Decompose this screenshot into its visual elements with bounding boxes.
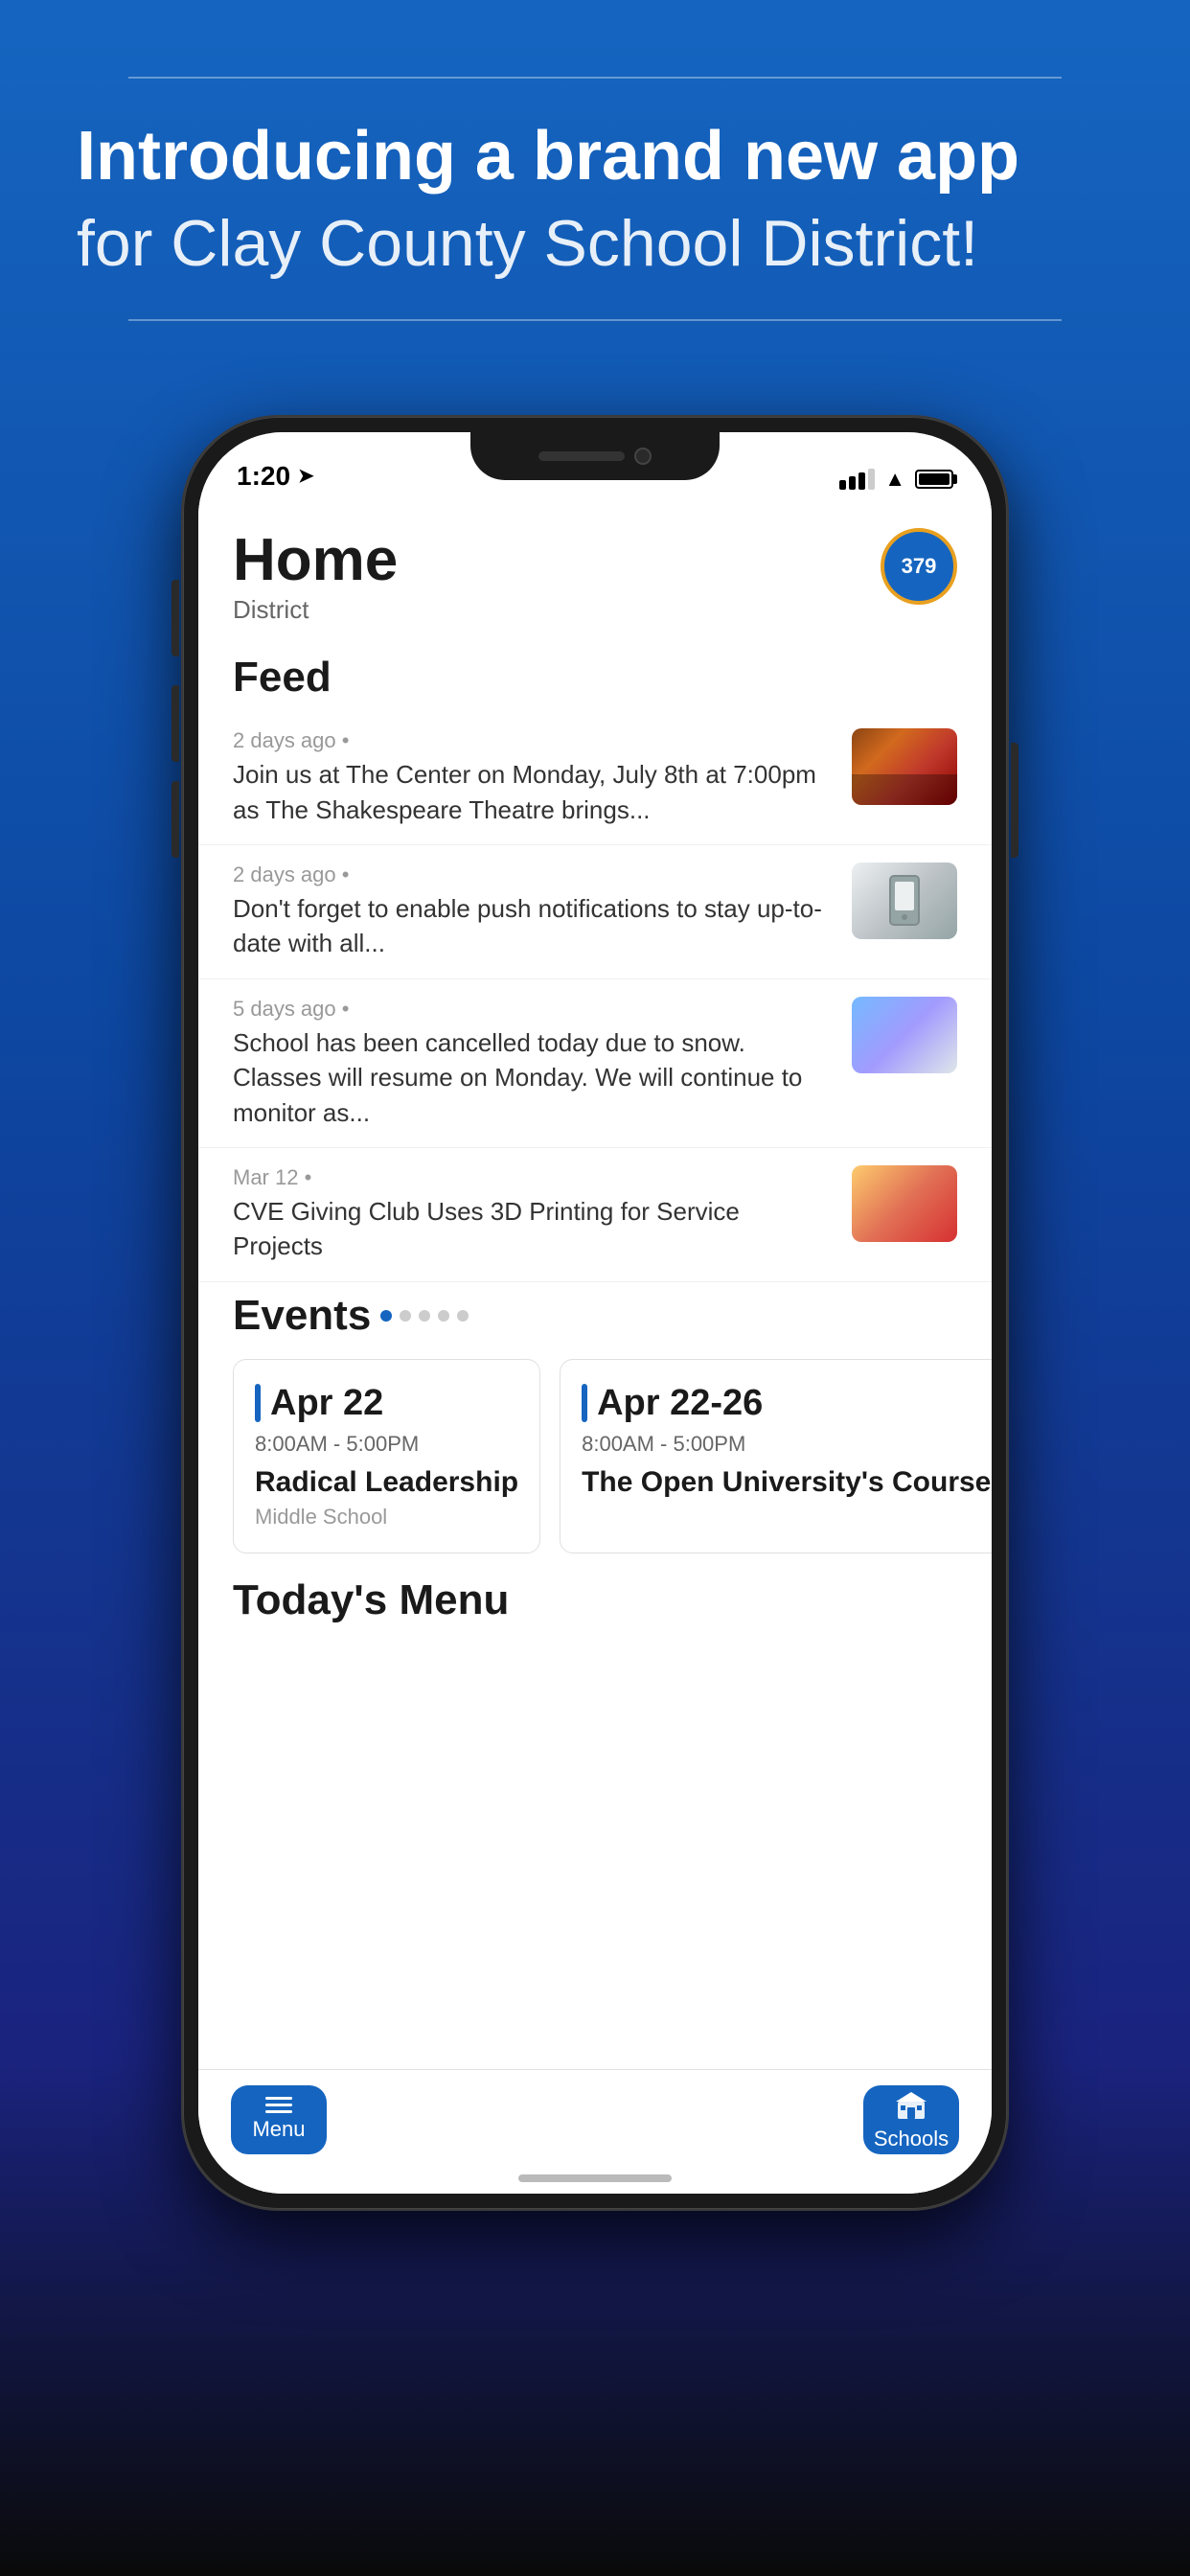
timestamp-text-3: 5 days ago [233, 997, 336, 1021]
event-accent-1 [255, 1384, 261, 1422]
phone-screen: 1:20 ➤ ▲ [198, 432, 992, 2194]
signal-bar-3 [858, 472, 865, 490]
schools-tab-label: Schools [874, 2127, 949, 2151]
menu-line-3 [265, 2110, 292, 2113]
event-accent-2 [582, 1384, 587, 1422]
battery-fill [919, 473, 950, 485]
events-row: Apr 22 8:00AM - 5:00PM Radical Leadershi… [198, 1349, 992, 1563]
menu-icon-box[interactable]: Menu [231, 2085, 327, 2154]
feed-text-3: 5 days ago • School has been cancelled t… [233, 997, 833, 1130]
dot-2 [400, 1310, 411, 1322]
event-date-1: Apr 22 [270, 1383, 383, 1424]
feed-image-1 [852, 728, 957, 805]
home-indicator [518, 2174, 672, 2182]
feed-image-2 [852, 862, 957, 939]
menu-line-1 [265, 2097, 292, 2100]
app-header: Home District 379 [198, 499, 992, 644]
menu-lines-icon [265, 2097, 292, 2113]
event-location-1: Middle School [255, 1505, 518, 1530]
signal-bar-2 [849, 476, 856, 490]
dot-5 [457, 1310, 469, 1322]
todays-menu-title: Today's Menu [198, 1563, 992, 1634]
bullet-4: • [305, 1165, 312, 1189]
signal-bar-1 [839, 480, 846, 490]
feed-timestamp-1: 2 days ago • [233, 728, 833, 753]
wifi-icon: ▲ [884, 467, 905, 492]
feed-text-1: 2 days ago • Join us at The Center on Mo… [233, 728, 833, 827]
feed-item-2[interactable]: 2 days ago • Don't forget to enable push… [198, 845, 992, 979]
feed-section-title: Feed [198, 644, 992, 711]
phone-notch [470, 432, 720, 480]
district-badge[interactable]: 379 [881, 528, 957, 605]
feed-item-4[interactable]: Mar 12 • CVE Giving Club Uses 3D Printin… [198, 1148, 992, 1282]
bullet-2: • [342, 862, 350, 886]
feed-image-4 [852, 1165, 957, 1242]
bullet-3: • [342, 997, 350, 1021]
theater-thumbnail [852, 728, 957, 805]
dot-1 [380, 1310, 392, 1322]
status-time: 1:20 ➤ [237, 461, 314, 492]
3dprint-thumbnail [852, 1165, 957, 1242]
tab-menu[interactable]: Menu [217, 2080, 340, 2160]
feed-text-4: Mar 12 • CVE Giving Club Uses 3D Printin… [233, 1165, 833, 1264]
notch-camera [634, 448, 652, 465]
status-icons: ▲ [839, 467, 953, 492]
timestamp-text-4: Mar 12 [233, 1165, 298, 1189]
phone-outer-shell: 1:20 ➤ ▲ [183, 417, 1007, 2209]
feed-text-2: 2 days ago • Don't forget to enable push… [233, 862, 833, 961]
time-display: 1:20 [237, 461, 290, 492]
notch-speaker [538, 451, 625, 461]
phone-thumbnail [852, 862, 957, 939]
feed-body-4: CVE Giving Club Uses 3D Printing for Ser… [233, 1194, 833, 1264]
event-time-1: 8:00AM - 5:00PM [255, 1432, 518, 1457]
phone-mockup: 1:20 ➤ ▲ [183, 417, 1007, 2238]
events-section-title: Events [233, 1292, 371, 1340]
events-dots [380, 1310, 469, 1322]
subheadline: for Clay County School District! [77, 206, 1113, 281]
divider-top [128, 77, 1062, 79]
feed-body-1: Join us at The Center on Monday, July 8t… [233, 757, 833, 827]
event-card-2[interactable]: Apr 22-26 8:00AM - 5:00PM The Open Unive… [560, 1359, 992, 1553]
app-content: Home District 379 Feed 2 days ago • Join… [198, 499, 992, 2194]
feed-body-3: School has been cancelled today due to s… [233, 1025, 833, 1130]
menu-line-2 [265, 2104, 292, 2106]
location-arrow-icon: ➤ [298, 464, 314, 488]
feed-timestamp-3: 5 days ago • [233, 997, 833, 1022]
timestamp-text-1: 2 days ago [233, 728, 336, 752]
snow-thumbnail [852, 997, 957, 1073]
event-name-1: Radical Leadership [255, 1466, 518, 1499]
feed-image-3 [852, 997, 957, 1073]
feed-timestamp-4: Mar 12 • [233, 1165, 833, 1190]
app-subtitle: District [233, 595, 398, 625]
feed-item[interactable]: 2 days ago • Join us at The Center on Mo… [198, 711, 992, 845]
event-name-2: The Open University's Course A305 and th… [582, 1466, 992, 1499]
event-date-bar-2: Apr 22-26 [582, 1383, 992, 1424]
feed-body-2: Don't forget to enable push notification… [233, 891, 833, 961]
timestamp-text-2: 2 days ago [233, 862, 336, 886]
school-building-icon [894, 2088, 928, 2123]
dot-3 [419, 1310, 430, 1322]
signal-bar-4 [868, 469, 875, 490]
event-card-1[interactable]: Apr 22 8:00AM - 5:00PM Radical Leadershi… [233, 1359, 540, 1553]
bullet-1: • [342, 728, 350, 752]
schools-icon-box[interactable]: Schools [863, 2085, 959, 2154]
tab-schools[interactable]: Schools [850, 2080, 973, 2160]
app-title: Home [233, 528, 398, 593]
headline: Introducing a brand new app [77, 117, 1113, 196]
dot-4 [438, 1310, 449, 1322]
event-time-2: 8:00AM - 5:00PM [582, 1432, 992, 1457]
event-date-bar-1: Apr 22 [255, 1383, 518, 1424]
app-title-group: Home District [233, 528, 398, 625]
feed-item-3[interactable]: 5 days ago • School has been cancelled t… [198, 979, 992, 1148]
menu-tab-label: Menu [252, 2117, 305, 2142]
event-date-2: Apr 22-26 [597, 1383, 763, 1424]
feed-timestamp-2: 2 days ago • [233, 862, 833, 887]
events-header: Events [198, 1282, 992, 1349]
battery-icon [915, 470, 953, 489]
signal-bars-icon [839, 469, 875, 490]
divider-bottom [128, 319, 1062, 321]
